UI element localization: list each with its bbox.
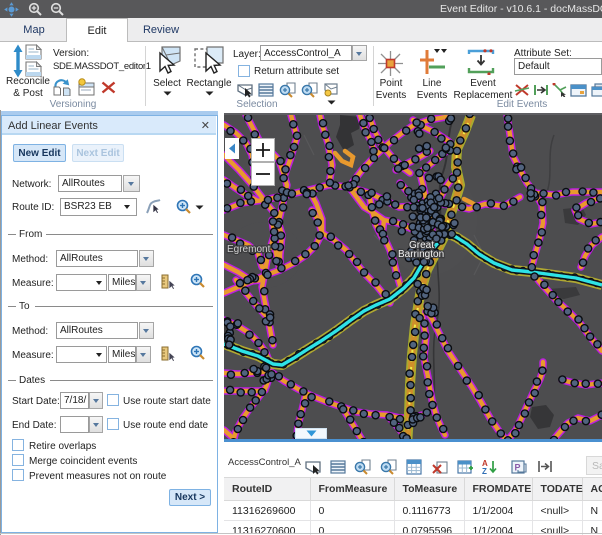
svg-text:Egremont: Egremont: [227, 244, 271, 255]
svg-text:Barrington: Barrington: [398, 249, 444, 260]
svg-text:Z: Z: [482, 467, 487, 475]
